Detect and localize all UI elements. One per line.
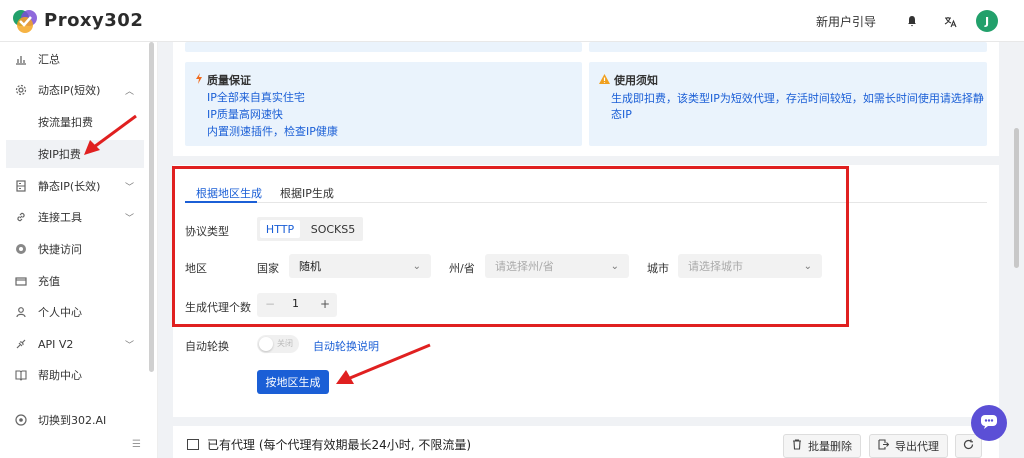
arrow-head-ip-billing xyxy=(84,140,100,155)
export-icon xyxy=(878,439,890,453)
annotation-arrows xyxy=(84,114,431,384)
batch-delete-label: 批量删除 xyxy=(808,440,852,453)
chat-support-button[interactable] xyxy=(971,405,1007,441)
existing-proxies-panel: 已有代理 (每个代理有效期最长24小时, 不限流量) 批量删除 导出代理 xyxy=(173,426,999,458)
trash-icon xyxy=(792,439,802,453)
arrow-to-generate-button xyxy=(349,343,431,380)
existing-proxies-title: 已有代理 (每个代理有效期最长24小时, 不限流量) xyxy=(207,438,472,452)
batch-delete-button[interactable]: 批量删除 xyxy=(783,434,861,458)
main-scrollbar[interactable] xyxy=(1014,128,1019,268)
refresh-icon xyxy=(963,439,974,453)
table-icon xyxy=(187,439,199,450)
export-proxies-button[interactable]: 导出代理 xyxy=(869,434,948,458)
export-label: 导出代理 xyxy=(895,440,939,453)
chat-icon xyxy=(980,414,998,433)
arrow-to-ip-billing xyxy=(93,114,137,149)
